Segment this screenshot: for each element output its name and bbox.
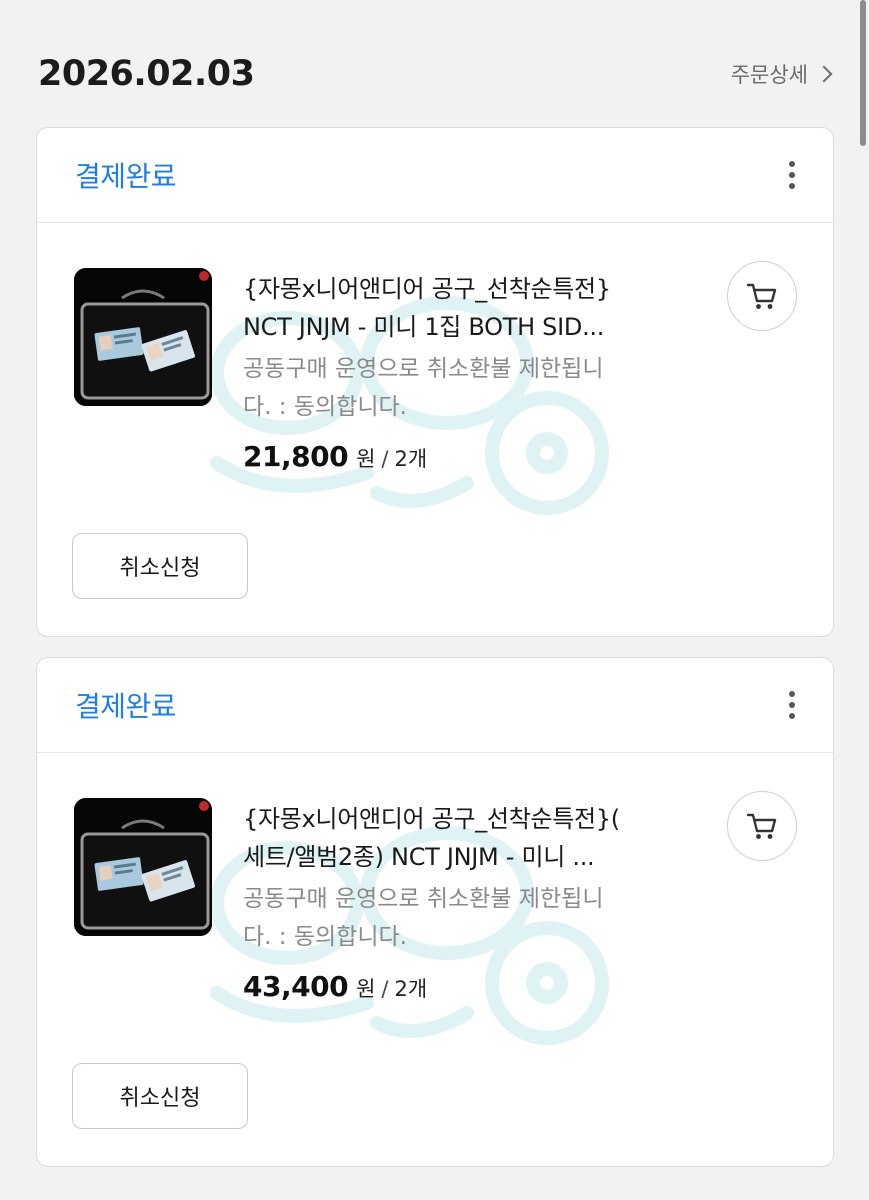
product-option-line2: 다. : 동의합니다. [243, 924, 407, 950]
product-option: 공동구매 운영으로 취소환불 제한됩니 다. : 동의합니다. [243, 350, 713, 426]
price-separator: / [381, 447, 389, 471]
product-option: 공동구매 운영으로 취소환불 제한됩니 다. : 동의합니다. [243, 880, 713, 956]
product-option-line1: 공동구매 운영으로 취소환불 제한됩니 [243, 886, 604, 912]
product-title-line2[interactable]: NCT JNJM - 미니 1집 BOTH SID... [243, 308, 713, 346]
more-vertical-icon[interactable] [777, 685, 807, 725]
scrollbar[interactable] [860, 0, 866, 146]
product-title-line2[interactable]: 세트/앨범2종) NCT JNJM - 미니 ... [243, 838, 713, 876]
order-card: 결제완료 [36, 127, 834, 637]
product-title-line1[interactable]: {자몽x니어앤디어 공구_선착순특전} [243, 270, 713, 308]
cancel-request-button[interactable]: 취소신청 [72, 1063, 248, 1129]
order-card-header: 결제완료 [37, 128, 833, 223]
order-date-header: 2026.02.03 주문상세 [38, 50, 834, 98]
order-status: 결제완료 [75, 160, 177, 193]
product-quantity: 2개 [394, 977, 428, 1001]
product-info: {자몽x니어앤디어 공구_선착순특전} NCT JNJM - 미니 1집 BOT… [243, 270, 713, 473]
product-info: {자몽x니어앤디어 공구_선착순특전}( 세트/앨범2종) NCT JNJM -… [243, 800, 713, 1003]
cancel-request-button[interactable]: 취소신청 [72, 533, 248, 599]
order-status: 결제완료 [75, 690, 177, 723]
cart-icon [746, 813, 777, 839]
product-option-line1: 공동구매 운영으로 취소환불 제한됩니 [243, 356, 604, 382]
order-detail-label: 주문상세 [730, 63, 808, 87]
order-detail-link[interactable]: 주문상세 [731, 59, 834, 89]
order-card: 결제완료 [36, 657, 834, 1167]
order-date: 2026.02.03 [38, 54, 255, 94]
price-row: 21,800 원 / 2개 [243, 440, 713, 473]
add-to-cart-button[interactable] [727, 791, 797, 861]
currency-label: 원 [356, 977, 376, 1001]
chevron-right-icon [815, 65, 833, 83]
price-row: 43,400 원 / 2개 [243, 970, 713, 1003]
product-quantity: 2개 [394, 447, 428, 471]
product-price: 21,800 [243, 440, 349, 473]
product-thumbnail[interactable] [74, 798, 212, 936]
order-card-header: 결제완료 [37, 658, 833, 753]
order-item: {자몽x니어앤디어 공구_선착순특전} NCT JNJM - 미니 1집 BOT… [37, 223, 833, 635]
currency-label: 원 [356, 447, 376, 471]
more-vertical-icon[interactable] [777, 155, 807, 195]
price-separator: / [381, 977, 389, 1001]
product-price: 43,400 [243, 970, 349, 1003]
cart-icon [746, 283, 777, 309]
product-title-line1[interactable]: {자몽x니어앤디어 공구_선착순특전}( [243, 800, 713, 838]
order-item: {자몽x니어앤디어 공구_선착순특전}( 세트/앨범2종) NCT JNJM -… [37, 753, 833, 1165]
product-option-line2: 다. : 동의합니다. [243, 394, 407, 420]
product-thumbnail[interactable] [74, 268, 212, 406]
add-to-cart-button[interactable] [727, 261, 797, 331]
